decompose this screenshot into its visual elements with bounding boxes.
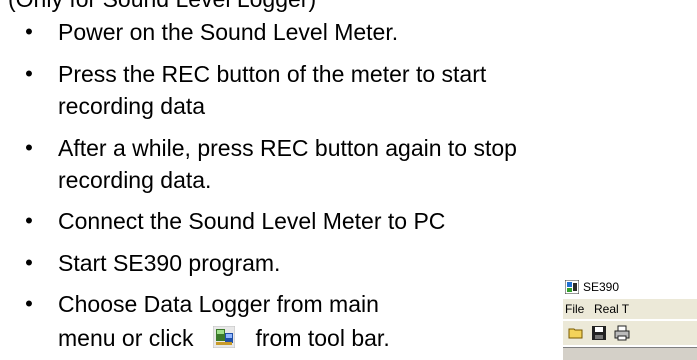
data-logger-icon — [213, 326, 236, 348]
step-6-text: Choose Data Logger from main — [58, 291, 379, 317]
step-2-text: Press the REC button of the meter to sta… — [58, 61, 487, 87]
bullet-dot: • — [25, 19, 33, 44]
se390-window-fragment: SE390 File Real T — [563, 277, 697, 360]
step-5-text: Start SE390 program. — [58, 250, 281, 276]
step-3-text: After a while, press REC button again to… — [58, 135, 517, 161]
bullet-dot: • — [25, 291, 33, 316]
header-fragment: (Only for Sound Level Logger) — [8, 0, 316, 11]
menu-real-time[interactable]: Real T — [594, 299, 629, 319]
app-icon — [564, 279, 580, 295]
save-disk-icon[interactable] — [590, 324, 608, 342]
app-titlebar: SE390 — [563, 277, 697, 297]
step-4-text: Connect the Sound Level Meter to PC — [58, 208, 446, 234]
app-window-body-edge — [563, 347, 697, 360]
menu-file[interactable]: File — [565, 299, 584, 319]
step-6-before-icon: menu or click — [58, 325, 194, 351]
app-toolbar — [563, 321, 697, 345]
bullet-dot: • — [25, 61, 33, 86]
step-1-text: Power on the Sound Level Meter. — [58, 19, 399, 45]
bullet-dot: • — [25, 135, 33, 160]
bullet-dot: • — [25, 208, 33, 233]
open-folder-icon[interactable] — [567, 324, 585, 342]
app-title: SE390 — [583, 280, 620, 294]
step-2-continuation-text: recording data — [58, 93, 206, 119]
step-3-continuation-text: recording data. — [58, 167, 212, 193]
print-icon[interactable] — [613, 324, 631, 342]
bullet-dot: • — [25, 250, 33, 275]
step-6-continuation-line: menu or click from tool bar. — [58, 324, 390, 352]
step-6-after-icon: from tool bar. — [255, 325, 390, 351]
app-menubar: File Real T — [563, 299, 697, 319]
